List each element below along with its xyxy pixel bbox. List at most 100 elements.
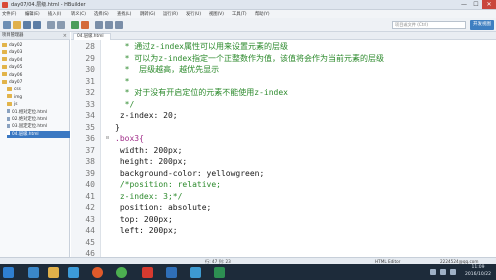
app-taskbar-icon[interactable] — [190, 267, 201, 278]
menu-select[interactable]: 选择(S) — [94, 11, 109, 17]
code-line[interactable]: 37 width: 200px; — [71, 145, 496, 157]
line-number: 41 — [85, 191, 95, 201]
preview-icon[interactable] — [95, 21, 103, 29]
code-line[interactable]: 43 top: 200px; — [71, 214, 496, 226]
dev-view-button[interactable]: 开发视图 — [470, 20, 494, 30]
folder-icon — [7, 94, 12, 99]
minimize-button[interactable]: — — [458, 0, 470, 9]
line-number: 44 — [85, 226, 95, 235]
hbuilder-taskbar-icon[interactable] — [142, 267, 153, 278]
save-icon[interactable] — [23, 21, 31, 29]
code-line[interactable]: 32 * 对于没有开启定位的元素不能使用z-index — [71, 87, 496, 99]
code-line[interactable]: 30 * 层级越高，越优先显示 — [71, 64, 496, 76]
menu-publish[interactable]: 发行(U) — [186, 11, 201, 17]
folder-icon — [2, 72, 7, 77]
ie-icon[interactable] — [28, 267, 39, 278]
search-input[interactable]: 项目或文件 (Ctrl) — [392, 21, 466, 29]
tree-file-item[interactable]: 03.固定定位.html — [7, 123, 70, 130]
code-text: width: 200px; — [115, 145, 183, 155]
menu-help[interactable]: 帮助(Y) — [255, 11, 270, 17]
windows-taskbar: 11:09 2016/10/22 — [0, 264, 496, 280]
menu-file[interactable]: 文件(F) — [2, 11, 16, 17]
code-line[interactable]: 45 — [71, 237, 496, 249]
tree-folder-item[interactable]: css — [7, 86, 70, 93]
open-folder-icon[interactable] — [13, 21, 21, 29]
tree-folder-item[interactable]: day02 — [2, 42, 70, 49]
firefox-icon[interactable] — [92, 267, 103, 278]
code-line[interactable]: 28 * 通过z-index属性可以用来设置元素的层级 — [71, 41, 496, 53]
tray-volume-icon[interactable] — [440, 269, 446, 275]
folder-icon — [2, 49, 7, 54]
menu-insert[interactable]: 插入(I) — [48, 11, 61, 17]
tree-item-label: day03 — [9, 50, 23, 56]
browser-taskbar-icon[interactable] — [166, 267, 177, 278]
tree-file-item[interactable]: 04.层级.html — [7, 130, 70, 138]
redo-icon[interactable] — [57, 21, 65, 29]
code-text: background-color: yellowgreen; — [115, 168, 265, 178]
tree-folder-item[interactable]: day04 — [2, 57, 70, 64]
menu-tools[interactable]: 工具(T) — [232, 11, 247, 17]
menu-escape[interactable]: 转义(C) — [71, 11, 86, 17]
menu-edit[interactable]: 编辑(E) — [25, 11, 40, 17]
tree-folder-item[interactable]: day07 — [2, 79, 70, 86]
line-number: 32 — [85, 88, 95, 97]
undo-icon[interactable] — [47, 21, 55, 29]
new-file-icon[interactable] — [3, 21, 11, 29]
media-icon[interactable] — [68, 267, 79, 278]
code-line[interactable]: 36 ⊟ .box3{ — [71, 133, 496, 145]
tree-item-label: day05 — [9, 65, 23, 71]
code-line[interactable]: 41 z-index: 3;*/ — [71, 191, 496, 203]
clock[interactable]: 11:09 2016/10/22 — [464, 265, 492, 278]
code-text: * 对于没有开启定位的元素不能使用z-index — [115, 88, 288, 97]
format-icon[interactable] — [105, 21, 113, 29]
tree-item-label: day04 — [9, 57, 23, 63]
code-line[interactable]: 34 z-index: 20; — [71, 110, 496, 122]
code-line[interactable]: 33 */ — [71, 99, 496, 111]
browser-icon[interactable] — [81, 21, 89, 29]
tab-bar: 04.层级.html — [71, 32, 496, 40]
comment-icon[interactable] — [115, 21, 123, 29]
maximize-button[interactable]: ☐ — [470, 0, 482, 9]
tree-folder-item[interactable]: day03 — [2, 49, 70, 56]
sidebar-close-icon[interactable]: × — [63, 32, 67, 40]
app2-taskbar-icon[interactable] — [214, 267, 225, 278]
close-button[interactable]: ✕ — [482, 0, 496, 9]
menu-run[interactable]: 运行(R) — [163, 11, 178, 17]
sidebar-header: 项目管理器 — [0, 32, 70, 40]
tree-folder-item[interactable]: day05 — [2, 64, 70, 71]
code-line[interactable]: 38 height: 200px; — [71, 156, 496, 168]
code-line[interactable]: 31 * — [71, 76, 496, 88]
save-all-icon[interactable] — [33, 21, 41, 29]
tree-file-item[interactable]: 01.相对定位.html — [7, 109, 70, 116]
code-line[interactable]: 42 position: absolute; — [71, 202, 496, 214]
line-number: 31 — [85, 76, 95, 86]
code-line[interactable]: 29 * 可以为z-index指定一个正整数作为值，该值将会作为当前元素的层级 — [71, 53, 496, 65]
run-icon[interactable] — [71, 21, 79, 29]
tree-item-label: 04.层级.html — [12, 131, 39, 137]
menu-goto[interactable]: 跳转(G) — [140, 11, 155, 17]
menu-view[interactable]: 视图(V) — [209, 11, 224, 17]
tree-folder-item[interactable]: js — [7, 101, 70, 108]
tree-item-label: css — [14, 87, 21, 93]
menu-find[interactable]: 查找(L) — [117, 11, 131, 17]
tab-04-html[interactable]: 04.层级.html — [73, 33, 111, 40]
fold-toggle-icon[interactable]: ⊟ — [106, 133, 109, 145]
tray-input-icon[interactable] — [450, 269, 456, 275]
code-line[interactable]: 44 left: 200px; — [71, 225, 496, 237]
tree-folder-item[interactable]: day06 — [2, 72, 70, 79]
tree-folder-item[interactable]: img — [7, 94, 70, 101]
folder-icon — [7, 101, 12, 106]
code-line[interactable]: 40 /*position: relative; — [71, 179, 496, 191]
folder-icon — [2, 42, 7, 47]
line-number: 42 — [85, 203, 95, 212]
html-file-icon — [7, 109, 10, 114]
code-line[interactable]: 35} — [71, 122, 496, 134]
tree-item-label: js — [14, 102, 18, 108]
start-button-icon[interactable] — [3, 267, 14, 278]
tray-network-icon[interactable] — [430, 269, 436, 275]
explorer-icon[interactable] — [48, 267, 59, 278]
tree-file-item[interactable]: 02.绝对定位.html — [7, 116, 70, 123]
code-line[interactable]: 39 background-color: yellowgreen; — [71, 168, 496, 180]
line-number: 37 — [85, 145, 95, 155]
chrome-icon[interactable] — [116, 267, 127, 278]
